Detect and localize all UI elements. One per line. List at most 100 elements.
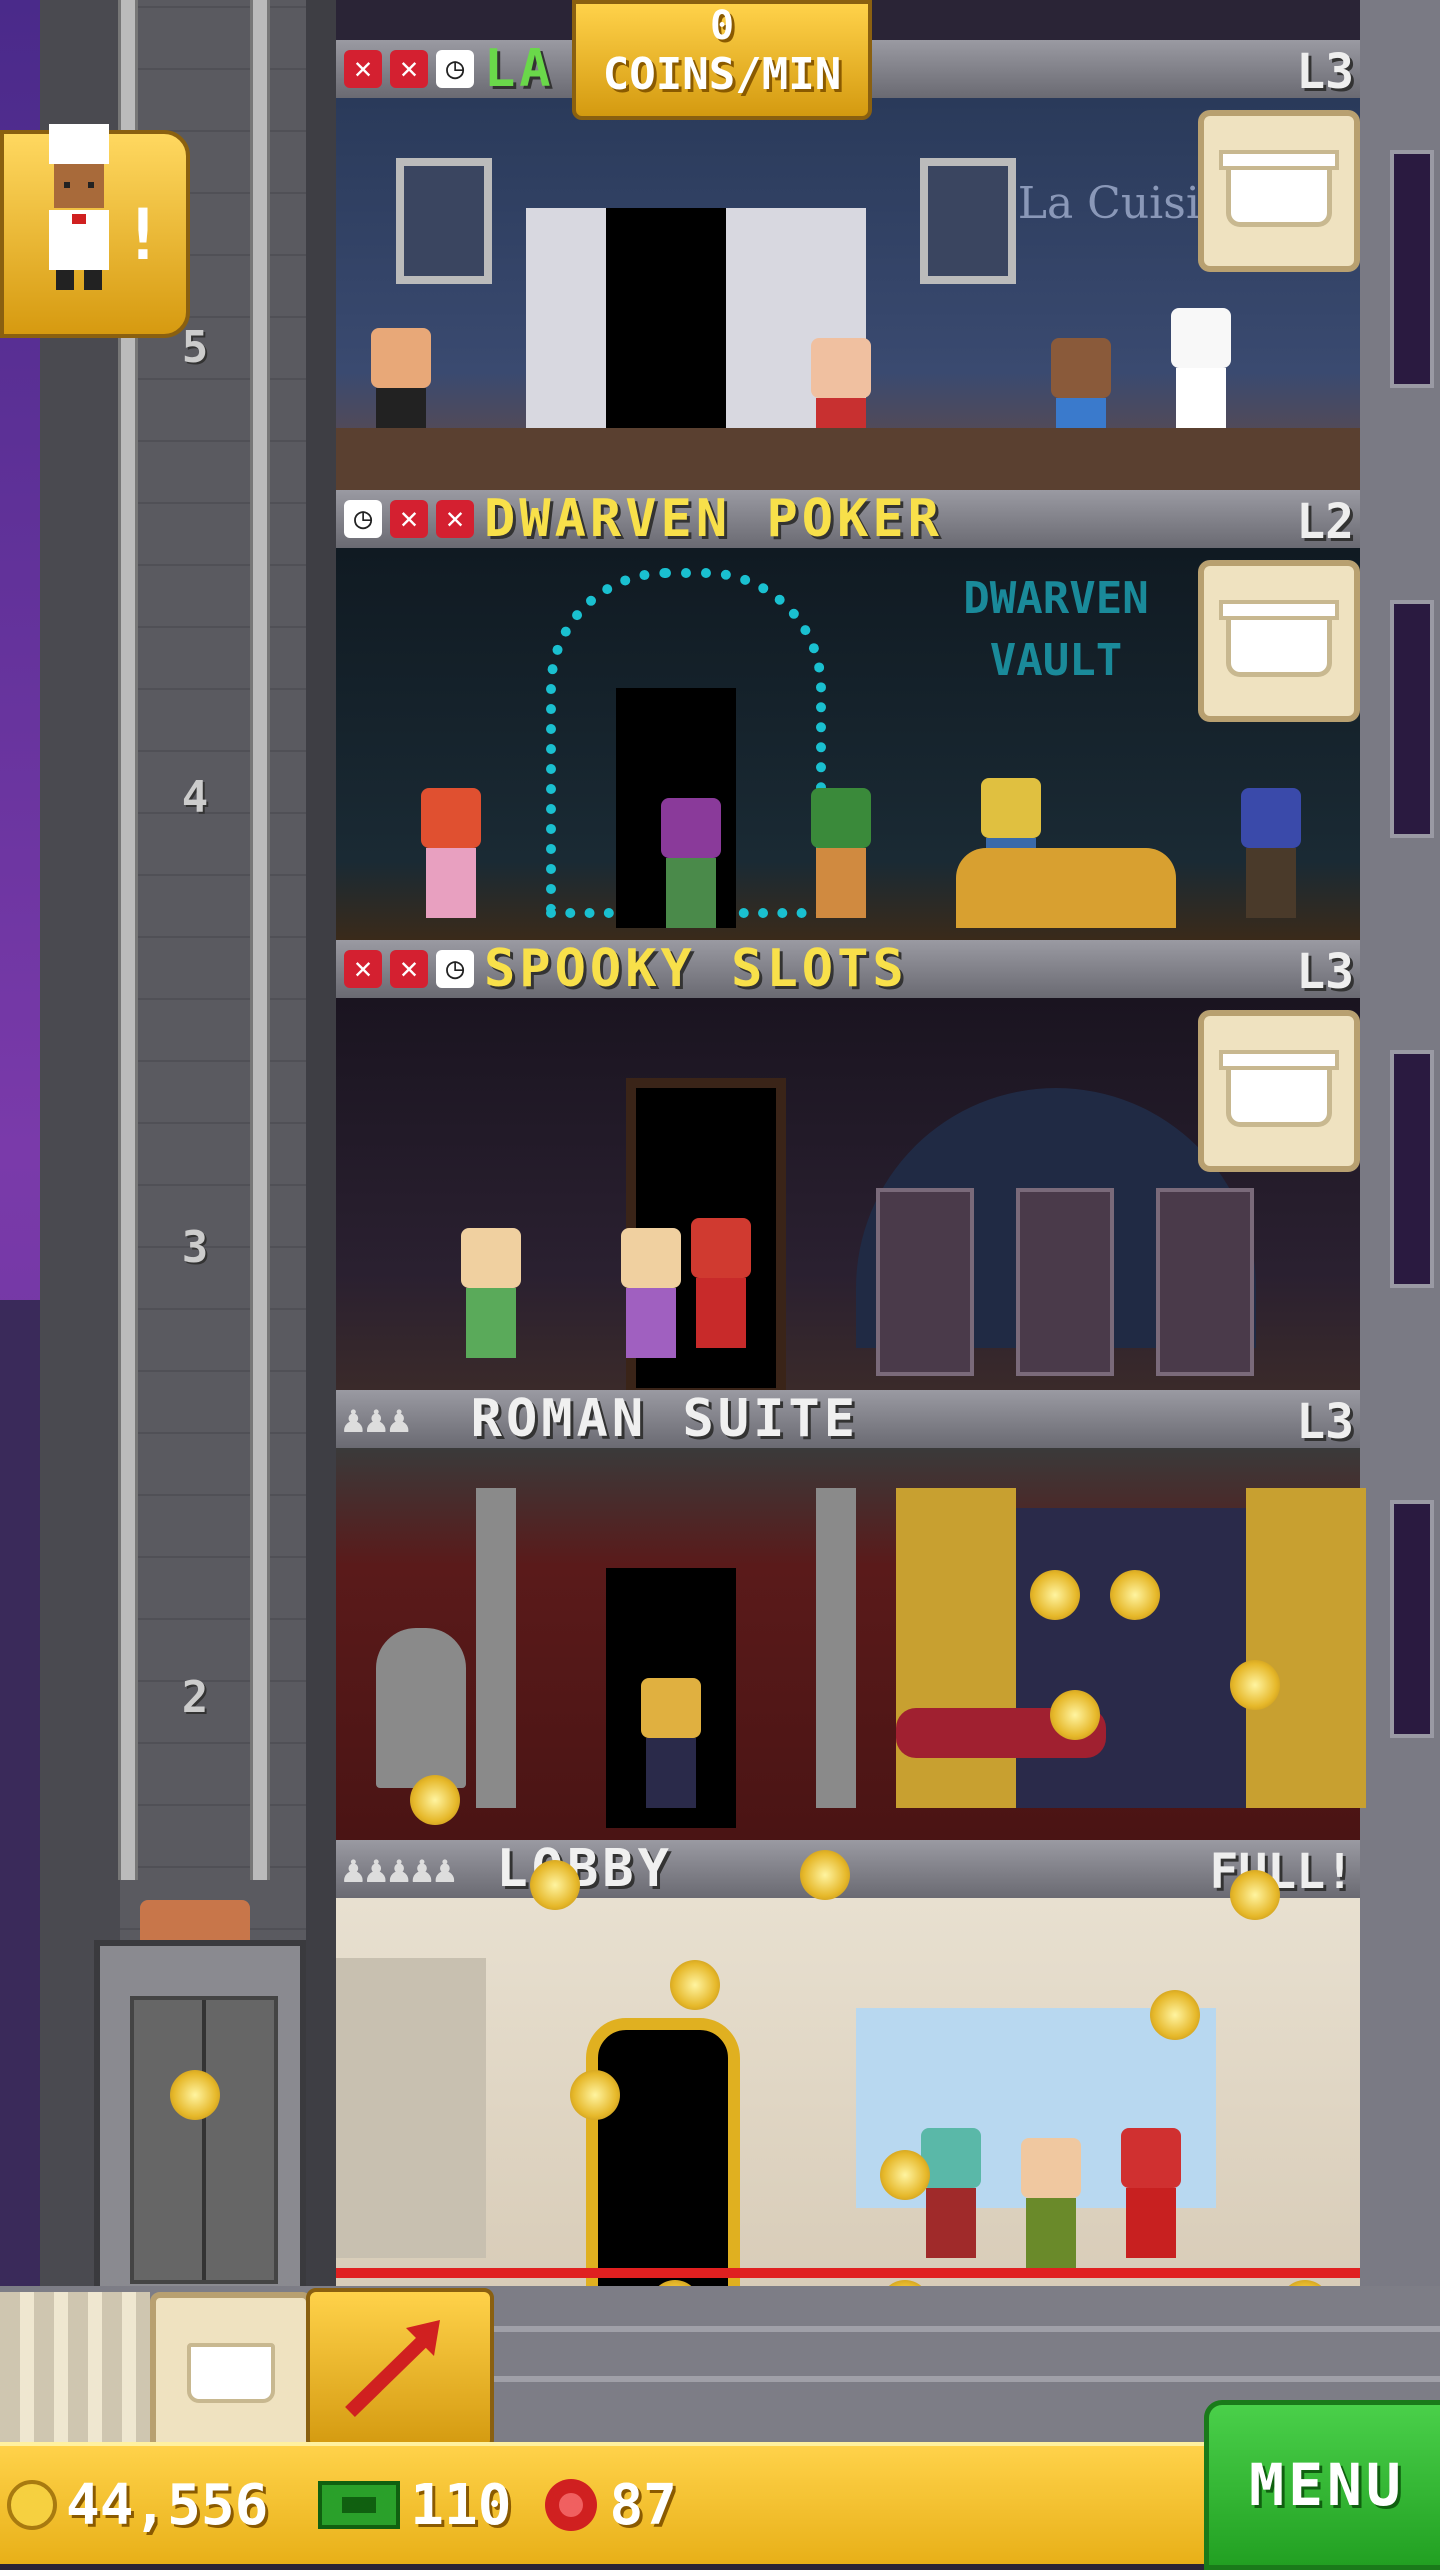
doorman-character xyxy=(1116,2128,1186,2258)
wall-window xyxy=(1390,1050,1434,1288)
roman-column xyxy=(476,1488,516,1808)
coins-per-min-badge[interactable]: 0 COINS/MIN xyxy=(572,0,872,120)
coin-icon xyxy=(1230,1660,1280,1710)
coin-icon xyxy=(1230,1870,1280,1920)
stock-restocking-clock-icon: ◷ xyxy=(344,500,382,538)
visitor-character xyxy=(1016,2138,1086,2268)
stock-all-button[interactable] xyxy=(150,2292,312,2454)
slot-machine xyxy=(876,1188,974,1376)
chips-value: 87 xyxy=(609,2472,677,2538)
dwarf-character xyxy=(656,798,726,928)
cooking-pot-icon xyxy=(1219,150,1339,227)
coin-icon xyxy=(800,1850,850,1900)
wall-window xyxy=(1390,1500,1434,1738)
alert-exclamation-icon: ! xyxy=(121,194,164,276)
coin-icon xyxy=(1110,1570,1160,1620)
floor-level: L3 xyxy=(1296,1394,1354,1450)
visitor-character xyxy=(916,2128,986,2258)
guest-character xyxy=(616,1228,686,1358)
visitor-slots-icon: ♟♟♟♟♟ xyxy=(342,1847,457,1891)
floor-number-3: 3 xyxy=(181,1222,209,1273)
building-right-wall xyxy=(1360,0,1440,2300)
floor-title: LOBBY xyxy=(496,1839,673,1899)
floor-door xyxy=(606,208,726,438)
dwarf-character xyxy=(416,788,486,918)
stock-button[interactable] xyxy=(1198,110,1360,272)
resident-character xyxy=(636,1678,706,1808)
slot-machine xyxy=(1156,1188,1254,1376)
stock-empty-icon: ✕ xyxy=(390,950,428,988)
bellhop-character xyxy=(686,1218,756,1348)
elevator-speed-button[interactable] xyxy=(0,2292,150,2442)
guest-character xyxy=(456,1228,526,1358)
stock-empty-icon: ✕ xyxy=(390,500,428,538)
floor-lobby[interactable]: ♟♟♟♟♟ LOBBY FULL! xyxy=(336,1839,1360,2302)
dwarf-character xyxy=(1236,788,1306,918)
coin-icon xyxy=(1150,1990,1200,2040)
floor-title: SPOOKY SLOTS xyxy=(484,939,908,999)
wall-picture xyxy=(396,158,492,284)
floor-title: DWARVEN POKER xyxy=(484,489,943,549)
building-frame xyxy=(306,0,336,2290)
floor-title-bar: ♟♟♟ ROMAN SUITE L3 xyxy=(336,1389,1360,1450)
floor-roman-suite[interactable]: ♟♟♟ ROMAN SUITE L3 xyxy=(336,1389,1366,1840)
floor-ground xyxy=(336,428,1360,490)
elevator-cable-right xyxy=(250,0,270,1880)
coins-stat[interactable]: 44,556 xyxy=(6,2473,268,2538)
coins-per-min-label: COINS/MIN xyxy=(602,49,842,100)
cooking-pot-icon xyxy=(1219,1050,1339,1127)
coin-icon xyxy=(670,1960,720,2010)
elevator-door xyxy=(130,1996,278,2284)
cooking-pot-icon xyxy=(1219,600,1339,677)
coin-icon xyxy=(530,1860,580,1910)
stock-empty-icon: ✕ xyxy=(344,950,382,988)
raise-tower-button[interactable] xyxy=(306,2288,494,2450)
tower-bux-value: 110 xyxy=(410,2472,512,2538)
floor-level: L2 xyxy=(1296,494,1354,550)
floor-number-4: 4 xyxy=(181,772,209,823)
coin-icon xyxy=(170,2070,220,2120)
coins-per-min-value: 0 xyxy=(709,3,735,49)
gold-curtain xyxy=(896,1488,1016,1808)
stock-button[interactable] xyxy=(1198,1010,1360,1172)
dwarf-character xyxy=(806,788,876,918)
stock-restocking-clock-icon: ◷ xyxy=(436,50,474,88)
chef-notification-button[interactable]: ! xyxy=(0,124,190,338)
wall-picture xyxy=(920,158,1016,284)
floor-level: L3 xyxy=(1296,944,1354,1000)
floor-title-bar: ✕ ✕ ◷ SPOOKY SLOTS L3 xyxy=(336,939,1360,1000)
wall-window xyxy=(1390,600,1434,838)
floor-title: ROMAN SUITE xyxy=(470,1389,860,1449)
coin-icon xyxy=(1050,1690,1100,1740)
menu-button[interactable]: MENU xyxy=(1204,2400,1440,2570)
coins-value: 44,556 xyxy=(66,2472,269,2538)
tower-bux-stat[interactable]: 110 xyxy=(316,2473,511,2538)
chips-stat[interactable]: 87 xyxy=(541,2472,677,2538)
roman-suite-scene xyxy=(336,1448,1366,1840)
floor-title-bar: ◷ ✕ ✕ DWARVEN POKER L2 xyxy=(336,489,1360,550)
lobby-scene xyxy=(336,1898,1360,2302)
stock-button[interactable] xyxy=(1198,560,1360,722)
red-arrow-icon xyxy=(345,2320,440,2418)
resident-slot-icon: ♟♟♟ xyxy=(342,1397,411,1441)
floor-door xyxy=(586,2018,740,2302)
coin-icon xyxy=(880,2150,930,2200)
city-silhouette xyxy=(0,1300,40,2300)
wall-window xyxy=(1390,150,1434,388)
roman-bust-statue xyxy=(376,1628,466,1788)
floor-dwarven-poker[interactable]: ◷ ✕ ✕ DWARVEN POKER L2 DWARVEN VAULT xyxy=(336,489,1360,940)
slot-machine xyxy=(1016,1188,1114,1376)
lobby-elevator-door xyxy=(336,1958,486,2258)
stock-restocking-clock-icon: ◷ xyxy=(436,950,474,988)
floor-title: LA xyxy=(484,39,555,99)
floor-spooky-slots[interactable]: ✕ ✕ ◷ SPOOKY SLOTS L3 xyxy=(336,939,1360,1398)
floor-level: L3 xyxy=(1296,44,1354,100)
coin-icon xyxy=(7,2480,57,2530)
stock-empty-icon: ✕ xyxy=(436,500,474,538)
coin-icon xyxy=(1030,1570,1080,1620)
tower-bux-icon xyxy=(318,2481,401,2529)
gold-curtain xyxy=(1246,1488,1366,1808)
gold-pile xyxy=(956,848,1176,928)
dwarven-vault-sign: DWARVEN VAULT xyxy=(963,573,1149,686)
stock-empty-icon: ✕ xyxy=(390,50,428,88)
